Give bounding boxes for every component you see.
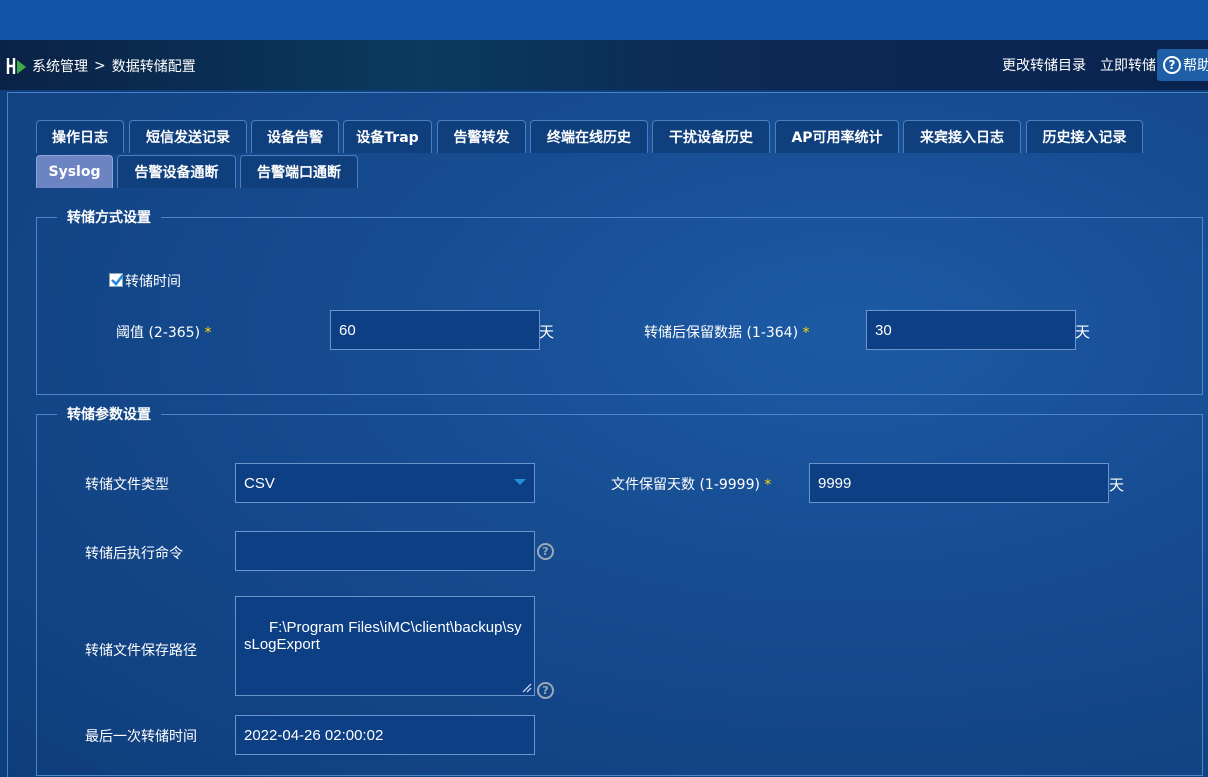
resize-grip-icon[interactable] bbox=[522, 683, 532, 693]
question-icon[interactable]: ? bbox=[537, 543, 554, 560]
retain-after-label: 转储后保留数据 (1-364) * bbox=[644, 325, 810, 341]
file-type-label: 转储文件类型 bbox=[85, 477, 169, 493]
dump-now-link[interactable]: 立即转储 bbox=[1100, 55, 1156, 75]
tab-device-alarm[interactable]: 设备告警 bbox=[251, 120, 339, 153]
dump-time-checkbox[interactable] bbox=[109, 273, 124, 287]
save-path-label: 转储文件保存路径 bbox=[85, 643, 197, 659]
tab-alarm-port-onoff[interactable]: 告警端口通断 bbox=[240, 155, 358, 188]
toolbar-links: 更改转储目录 立即转储 bbox=[1002, 55, 1156, 75]
keep-days-label: 文件保留天数 (1-9999) * bbox=[611, 477, 772, 493]
tab-alarm-device-onoff[interactable]: 告警设备通断 bbox=[117, 155, 236, 188]
tab-alarm-forward[interactable]: 告警转发 bbox=[437, 120, 526, 153]
breadcrumb: 系统管理 > 数据转储配置 bbox=[32, 56, 196, 76]
dropdown-arrow-icon bbox=[514, 479, 526, 485]
tab-syslog[interactable]: Syslog bbox=[36, 155, 113, 188]
tab-terminal-online-history[interactable]: 终端在线历史 bbox=[530, 120, 648, 153]
threshold-input[interactable]: 60 bbox=[330, 310, 540, 350]
dump-mode-group: 转储方式设置 转储时间 阈值 (2-365) * 60 天 转储后保留数据 (1… bbox=[36, 207, 1203, 395]
breadcrumb-bar: 系统管理 > 数据转储配置 更改转储目录 立即转储 bbox=[0, 40, 1208, 90]
threshold-label: 阈值 (2-365) * bbox=[116, 325, 212, 341]
breadcrumb-current: 数据转储配置 bbox=[111, 59, 196, 75]
threshold-unit: 天 bbox=[539, 323, 555, 341]
tab-operation-log[interactable]: 操作日志 bbox=[36, 120, 124, 153]
dump-time-label: 转储时间 bbox=[125, 274, 181, 290]
keep-days-input[interactable]: 9999 bbox=[809, 463, 1109, 503]
post-command-label: 转储后执行命令 bbox=[85, 546, 183, 562]
dump-mode-legend: 转储方式设置 bbox=[67, 210, 151, 226]
top-bar bbox=[0, 0, 1208, 40]
breadcrumb-separator: > bbox=[94, 58, 106, 74]
help-label: 帮助 bbox=[1183, 58, 1208, 74]
save-path-textarea[interactable]: F:\Program Files\iMC\client\backup\sysLo… bbox=[235, 596, 535, 696]
save-path-value: F:\Program Files\iMC\client\backup\sysLo… bbox=[244, 619, 522, 653]
app-logo-icon bbox=[6, 58, 26, 74]
check-icon bbox=[111, 274, 124, 286]
tab-sms-records[interactable]: 短信发送记录 bbox=[129, 120, 247, 153]
dump-params-legend: 转储参数设置 bbox=[67, 407, 151, 423]
retain-after-unit: 天 bbox=[1075, 323, 1091, 341]
file-type-select[interactable]: CSV bbox=[235, 463, 535, 503]
tab-interference-history[interactable]: 干扰设备历史 bbox=[652, 120, 770, 153]
change-dump-dir-link[interactable]: 更改转储目录 bbox=[1002, 55, 1086, 75]
retain-after-input[interactable]: 30 bbox=[866, 310, 1076, 350]
breadcrumb-root[interactable]: 系统管理 bbox=[32, 56, 88, 76]
post-command-input[interactable] bbox=[235, 531, 535, 571]
tab-device-trap[interactable]: 设备Trap bbox=[343, 120, 432, 153]
tab-ap-availability[interactable]: AP可用率统计 bbox=[775, 120, 899, 153]
last-dump-time-label: 最后一次转储时间 bbox=[85, 729, 197, 745]
file-type-value: CSV bbox=[244, 474, 275, 492]
dump-params-group: 转储参数设置 转储文件类型 CSV 文件保留天数 (1-9999) * 9999… bbox=[36, 404, 1203, 776]
main-content: 操作日志 短信发送记录 设备告警 设备Trap 告警转发 终端在线历史 干扰设备… bbox=[7, 92, 1208, 777]
tab-history-access[interactable]: 历史接入记录 bbox=[1026, 120, 1143, 153]
help-icon: ? bbox=[1163, 56, 1181, 74]
tab-guest-access-log[interactable]: 来宾接入日志 bbox=[903, 120, 1021, 153]
question-icon[interactable]: ? bbox=[537, 682, 554, 699]
help-button[interactable]: ? 帮助 bbox=[1157, 49, 1208, 81]
last-dump-time-field: 2022-04-26 02:00:02 bbox=[235, 715, 535, 755]
keep-days-unit: 天 bbox=[1109, 476, 1125, 494]
